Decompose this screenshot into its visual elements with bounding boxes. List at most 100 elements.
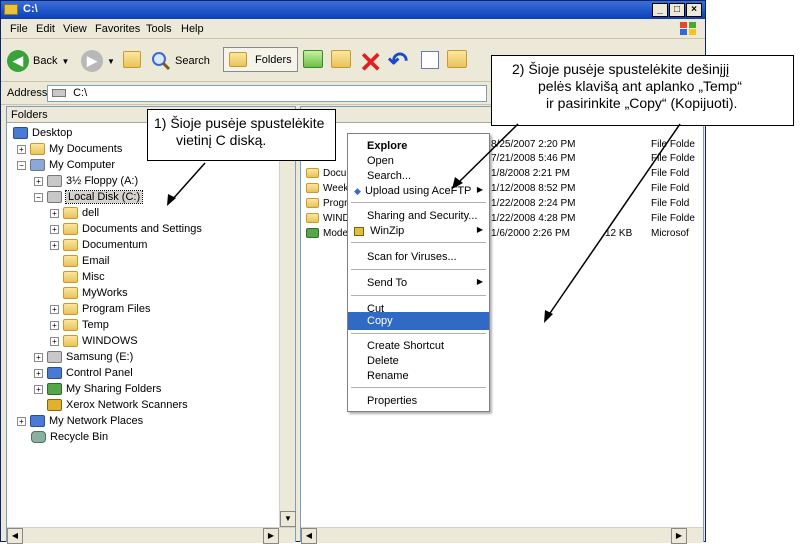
file-row-date: 1/22/2008 2:24 PM [491, 196, 576, 210]
file-row[interactable]: Weekl [306, 181, 351, 195]
forward-button[interactable]: ▶ ▼ [81, 50, 115, 72]
folder-icon [63, 223, 78, 235]
menu-separator [351, 333, 486, 334]
menu-item-label: Open [367, 155, 394, 167]
favorites-folder-button[interactable] [447, 50, 471, 68]
back-button[interactable]: ◀ Back ▼ [7, 50, 69, 72]
tree-item-samsung-e[interactable]: + Samsung (E:) [34, 349, 133, 365]
folder-icon [4, 4, 18, 15]
tree-item-dell[interactable]: + dell [50, 205, 99, 221]
menu-item-send-to[interactable]: Send To ▶ [348, 274, 489, 292]
menu-item-upload-aceftp[interactable]: ◆ Upload using AceFTP ▶ [348, 182, 489, 200]
scroll-down-arrow-icon[interactable]: ▼ [280, 511, 296, 527]
tree-item-myworks[interactable]: MyWorks [63, 285, 128, 301]
maximize-button[interactable]: □ [669, 3, 685, 17]
delete-button[interactable]: ✕ [359, 46, 382, 79]
search-button[interactable]: Search [151, 51, 210, 71]
tree-label: WINDOWS [82, 335, 138, 347]
expand-plus-icon[interactable]: + [50, 304, 59, 314]
file-type: File Fold [651, 197, 690, 209]
file-list-horizontal-scrollbar[interactable]: ◀ ▶ [301, 527, 703, 544]
windows-logo-icon [680, 22, 696, 35]
menu-item-scan-viruses[interactable]: Scan for Viruses... [348, 248, 489, 266]
tree-item-email[interactable]: Email [63, 253, 110, 269]
tree-item-recycle-bin[interactable]: Recycle Bin [31, 429, 108, 445]
tree-label: Documents and Settings [82, 223, 202, 235]
folder-icon [63, 335, 78, 347]
tree-item-my-sharing-folders[interactable]: + My Sharing Folders [34, 381, 161, 397]
menu-item-properties[interactable]: Properties [348, 392, 489, 410]
file-date: 8/25/2007 2:20 PM [491, 138, 576, 150]
tree-item-xerox-network-scanners[interactable]: Xerox Network Scanners [47, 397, 188, 413]
menu-item-winzip[interactable]: WinZip ▶ [348, 222, 489, 240]
tree-item-my-documents[interactable]: + My Documents [17, 141, 122, 157]
tree-item-program-files[interactable]: + Program Files [50, 301, 150, 317]
title-bar[interactable]: C:\ _ □ × [1, 1, 705, 19]
move-to-button[interactable] [303, 50, 327, 68]
up-folder-button[interactable] [123, 51, 145, 68]
file-row[interactable]: Model [306, 226, 350, 240]
callout-line: 2) Šioje pusėje spustelėkite dešinįjį [512, 61, 730, 77]
address-input[interactable]: C:\ [47, 85, 487, 102]
folder-icon [63, 239, 78, 251]
tree-item-desktop[interactable]: Desktop [13, 125, 72, 141]
favorites-folder-icon [447, 50, 467, 68]
tree-item-misc[interactable]: Misc [63, 269, 105, 285]
tree-item-my-network-places[interactable]: + My Network Places [17, 413, 143, 429]
tree-item-documentum[interactable]: + Documentum [50, 237, 147, 253]
callout-line: 1) Šioje pusėje spustelėkite [154, 115, 325, 131]
tree-item-my-computer[interactable]: − My Computer [17, 157, 115, 173]
expand-plus-icon[interactable]: + [50, 208, 59, 218]
properties-button[interactable] [421, 51, 439, 69]
menu-item-rename[interactable]: Rename [348, 367, 489, 385]
collapse-minus-icon[interactable]: − [17, 160, 26, 170]
tree-item-temp[interactable]: + Temp [50, 317, 109, 333]
menu-item-label: Create Shortcut [367, 340, 445, 352]
menu-help[interactable]: Help [181, 23, 204, 35]
folders-vertical-scrollbar[interactable]: ▼ [279, 123, 296, 527]
expand-plus-icon[interactable]: + [50, 336, 59, 346]
search-label: Search [175, 55, 210, 67]
menu-file[interactable]: File [10, 23, 28, 35]
file-type: File Folde [651, 212, 695, 224]
expand-plus-icon[interactable]: + [34, 176, 43, 186]
menu-tools[interactable]: Tools [146, 23, 172, 35]
menu-item-label: Copy [367, 315, 393, 327]
network-icon [30, 415, 45, 427]
expand-plus-icon[interactable]: + [34, 384, 43, 394]
expand-plus-icon[interactable]: + [50, 320, 59, 330]
file-row-type: File Fold [651, 166, 689, 180]
menu-separator [351, 295, 486, 296]
folders-horizontal-scrollbar[interactable]: ◀ ▶ [7, 527, 295, 544]
expand-plus-icon[interactable]: + [34, 352, 43, 362]
folders-label: Folders [255, 53, 292, 66]
menu-favorites[interactable]: Favorites [95, 23, 140, 35]
tree-item-windows[interactable]: + WINDOWS [50, 333, 138, 349]
file-row-type: File Folde [651, 151, 695, 165]
scanner-icon [47, 399, 62, 411]
callout-step-1: 1) Šioje pusėje spustelėkite vietinį C d… [147, 109, 336, 161]
tree-item-documents-and-settings[interactable]: + Documents and Settings [50, 221, 202, 237]
tree-item-local-disk-c[interactable]: − Local Disk (C:) [34, 189, 144, 205]
tree-item-control-panel[interactable]: + Control Panel [34, 365, 133, 381]
tree-item-floppy[interactable]: + 3½ Floppy (A:) [34, 173, 138, 189]
expand-plus-icon[interactable]: + [17, 144, 26, 154]
menu-item-copy[interactable]: Copy [348, 312, 489, 330]
close-button[interactable]: × [686, 3, 702, 17]
expand-plus-icon[interactable]: + [34, 368, 43, 378]
expand-plus-icon[interactable]: + [50, 224, 59, 234]
folder-icon [63, 319, 78, 331]
menu-view[interactable]: View [63, 23, 87, 35]
copy-to-button[interactable] [331, 50, 355, 68]
undo-icon: ↶ [388, 48, 409, 75]
folders-pane: Folders Desktop + My Documents − My Comp… [6, 106, 296, 544]
menu-edit[interactable]: Edit [36, 23, 55, 35]
undo-button[interactable]: ↶ [388, 47, 408, 76]
expand-plus-icon[interactable]: + [50, 240, 59, 250]
minimize-button[interactable]: _ [652, 3, 668, 17]
folders-button[interactable]: Folders [223, 47, 298, 72]
file-size: 12 KB [605, 227, 633, 239]
collapse-minus-icon[interactable]: − [34, 192, 43, 202]
expand-plus-icon[interactable]: + [17, 416, 26, 426]
file-row[interactable]: Progra [306, 196, 353, 210]
